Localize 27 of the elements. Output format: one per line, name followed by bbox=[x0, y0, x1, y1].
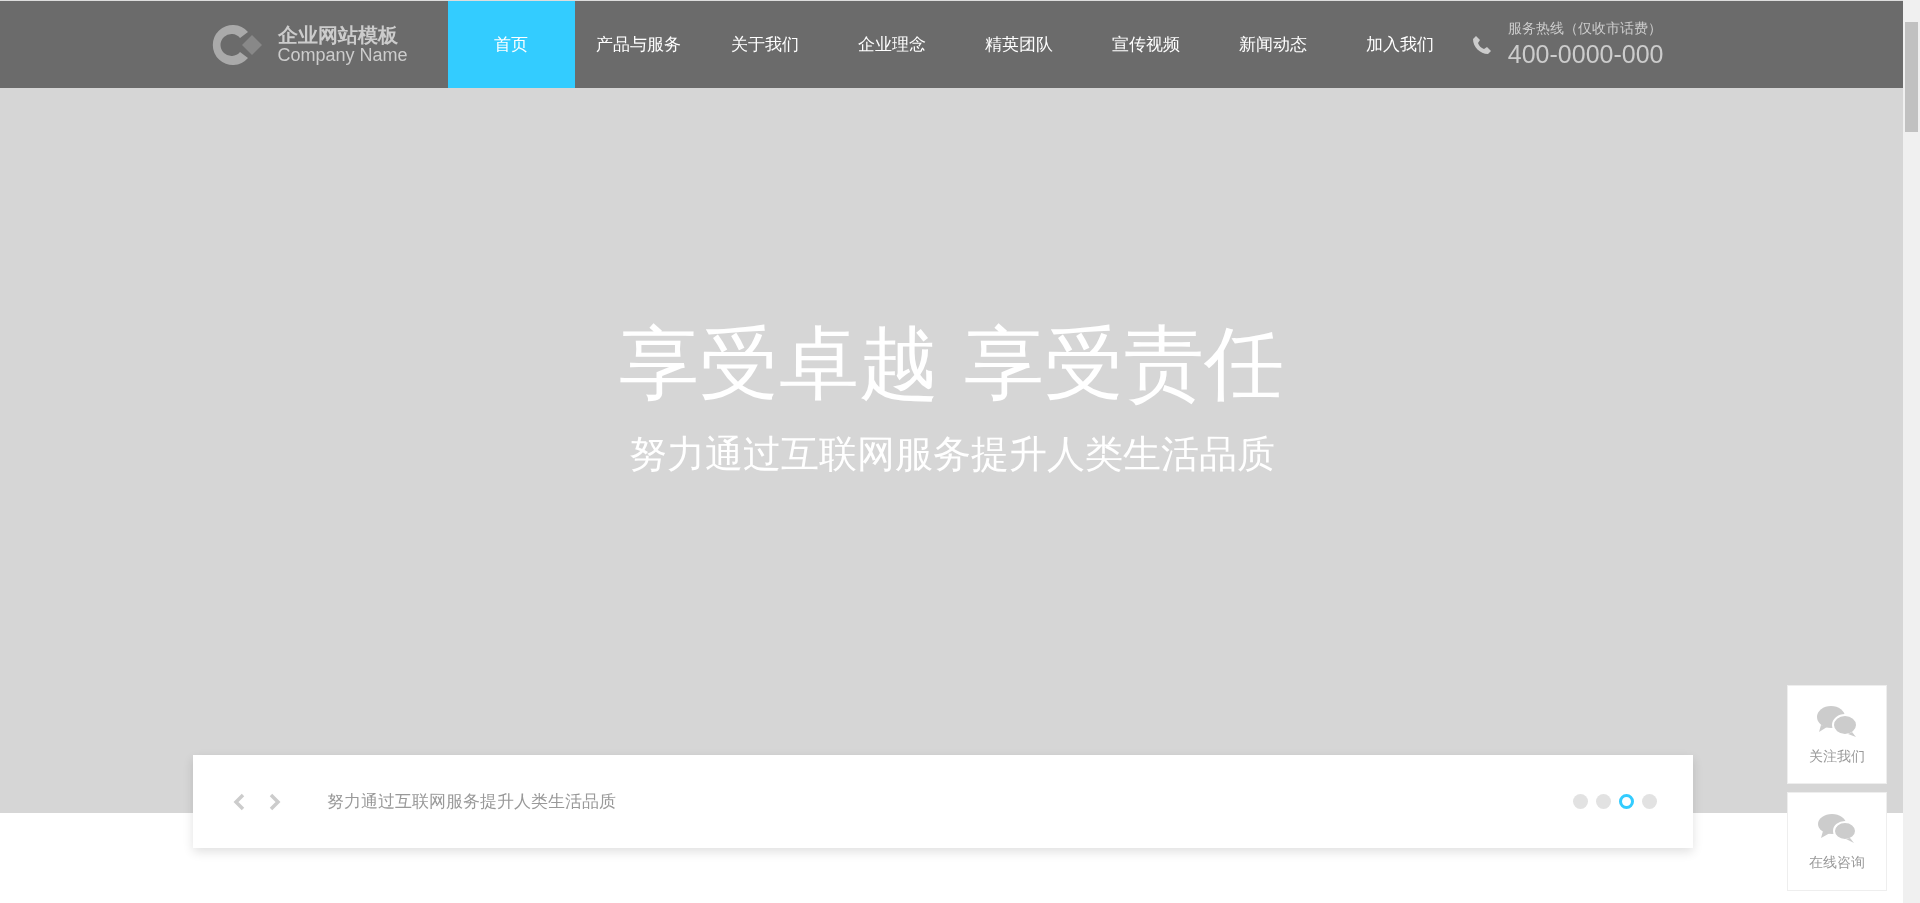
slide-caption: 努力通过互联网服务提升人类生活品质 bbox=[327, 790, 616, 813]
scrollbar-thumb[interactable] bbox=[1905, 22, 1918, 132]
chat-bubbles-icon bbox=[1817, 811, 1857, 844]
nav-tab[interactable]: 宣传视频 bbox=[1082, 1, 1210, 88]
chevron-left-icon bbox=[233, 792, 245, 811]
side-button[interactable]: 在线咨询 bbox=[1787, 792, 1887, 891]
wechat-icon bbox=[1816, 703, 1858, 738]
nav-tab[interactable]: 加入我们 bbox=[1336, 1, 1464, 88]
nav-tab[interactable]: 精英团队 bbox=[955, 1, 1083, 88]
nav-tab[interactable]: 新闻动态 bbox=[1209, 1, 1337, 88]
nav-tab[interactable]: 产品与服务 bbox=[574, 1, 702, 88]
next-button[interactable] bbox=[269, 792, 281, 811]
hotline-label: 服务热线（仅收市话费） bbox=[1507, 20, 1663, 38]
hotline-number: 400-0000-000 bbox=[1507, 40, 1664, 69]
logo-title: 企业网站模板 bbox=[277, 24, 399, 46]
chevron-right-icon bbox=[269, 792, 281, 811]
slide-dot[interactable] bbox=[1596, 794, 1611, 809]
slide-dot[interactable] bbox=[1642, 794, 1657, 809]
phone-icon bbox=[1471, 34, 1492, 55]
company-name: Company Name bbox=[277, 45, 408, 65]
nav-tab[interactable]: 关于我们 bbox=[701, 1, 829, 88]
previous-button[interactable] bbox=[233, 792, 245, 811]
slide-dot[interactable] bbox=[1573, 794, 1588, 809]
scrollbar[interactable] bbox=[1903, 0, 1920, 903]
side-button[interactable]: 关注我们 bbox=[1787, 685, 1887, 784]
slide-dot[interactable] bbox=[1619, 794, 1634, 809]
nav-tab[interactable]: 企业理念 bbox=[828, 1, 956, 88]
